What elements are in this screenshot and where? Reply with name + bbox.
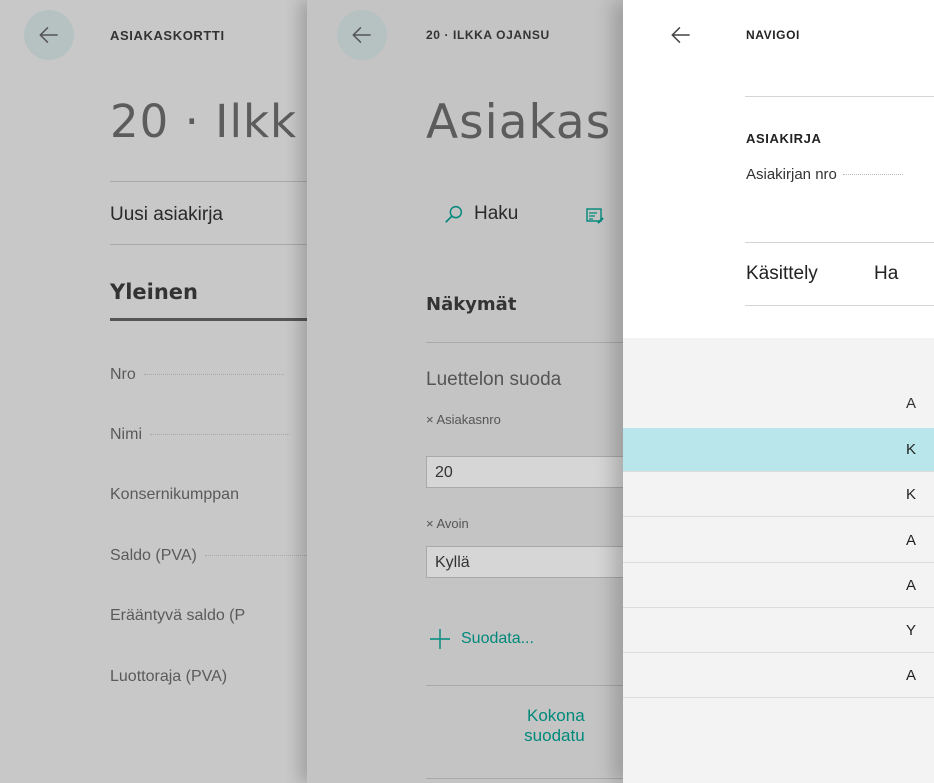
page-title: Asiakas	[426, 95, 612, 150]
page-caption: ASIAKASKORTTI	[110, 28, 225, 43]
navigate-list-area: A K K A A Y A	[623, 338, 934, 783]
remove-filter-icon[interactable]: ×	[426, 516, 434, 531]
search-button[interactable]: Haku	[443, 203, 518, 225]
list-row[interactable]: Y	[623, 609, 934, 653]
search-icon	[445, 205, 463, 223]
divider	[110, 244, 307, 245]
list-row[interactable]: K	[623, 428, 934, 472]
list-filter-heading: Luettelon suoda	[426, 369, 562, 390]
back-arrow-icon	[39, 26, 58, 44]
document-no-field: Asiakirjan nro	[746, 166, 903, 183]
section-underline	[110, 318, 307, 321]
page-caption: NAVIGOI	[746, 28, 800, 42]
field-balance-due: Erääntyvä saldo (P	[110, 607, 246, 624]
field-group-partner: Konsernikumppan	[110, 486, 239, 503]
remove-filter-icon[interactable]: ×	[426, 412, 434, 427]
back-button[interactable]	[656, 10, 706, 60]
list-row[interactable]: A	[623, 564, 934, 608]
field-credit-limit: Luottoraja (PVA)	[110, 668, 228, 685]
divider	[110, 181, 307, 182]
filter-value-open[interactable]: Kyllä	[426, 546, 623, 578]
back-arrow-icon	[352, 26, 371, 44]
field-nro: Nro	[110, 366, 284, 384]
views-heading: Näkymät	[426, 294, 517, 315]
search-label: Haku	[474, 203, 519, 224]
field-balance: Saldo (PVA)	[110, 547, 307, 565]
navigate-panel: NAVIGOI ASIAKIRJA Asiakirjan nro Käsitte…	[623, 0, 934, 783]
list-row[interactable]: A	[623, 654, 934, 698]
totals-link[interactable]: Kokona suodatu	[524, 706, 585, 746]
divider	[426, 685, 623, 686]
list-row[interactable]: K	[623, 473, 934, 517]
divider	[426, 342, 623, 343]
customer-card-panel: ASIAKASKORTTI 20 · Ilkk Uusi asiakirja Y…	[0, 0, 307, 783]
back-arrow-icon	[671, 26, 690, 44]
filter-label-customer-no[interactable]: × Asiakasnro	[426, 412, 501, 427]
divider	[745, 305, 934, 306]
edit-list-icon[interactable]	[586, 207, 604, 225]
add-filter-button[interactable]: Suodata...	[428, 627, 534, 651]
tab-search[interactable]: Ha	[874, 263, 898, 285]
section-tab-general[interactable]: Yleinen	[110, 280, 198, 304]
divider	[426, 778, 623, 779]
customer-list-panel: 20 · ILKKA OJANSU Asiakas Haku Näkymät L…	[307, 0, 623, 783]
back-button[interactable]	[337, 10, 387, 60]
plus-icon	[430, 629, 450, 649]
new-document-action[interactable]: Uusi asiakirja	[110, 204, 223, 226]
filter-value-customer-no[interactable]: 20	[426, 456, 623, 488]
tab-processing[interactable]: Käsittely	[746, 263, 818, 285]
list-row[interactable]: A	[623, 519, 934, 563]
page-caption: 20 · ILKKA OJANSU	[426, 28, 550, 42]
list-column-header[interactable]: A	[906, 395, 916, 412]
divider	[745, 242, 934, 243]
divider	[745, 96, 934, 97]
document-section-caption: ASIAKIRJA	[746, 131, 822, 146]
field-name: Nimi	[110, 426, 290, 444]
page-title: 20 · Ilkk	[110, 95, 298, 148]
back-button[interactable]	[24, 10, 74, 60]
filter-label-open[interactable]: × Avoin	[426, 516, 469, 531]
